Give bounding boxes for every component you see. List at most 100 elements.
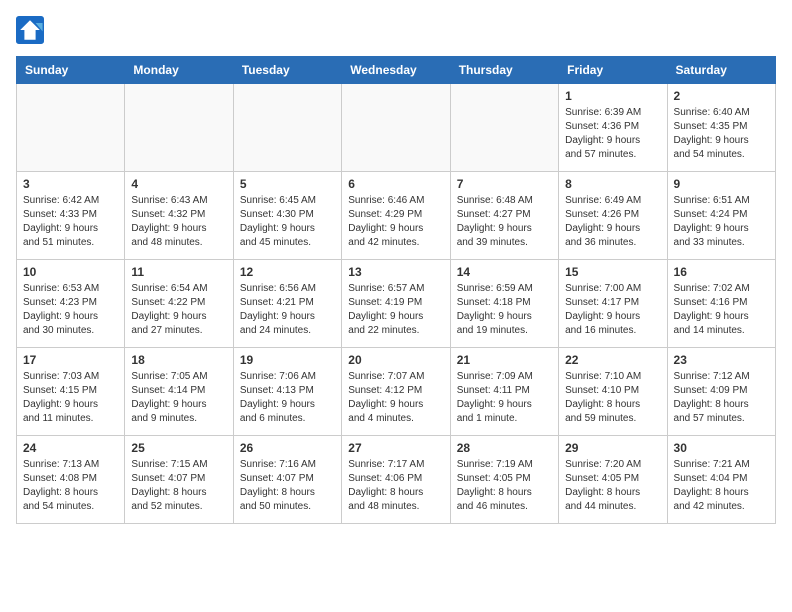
day-cell-29: 29 Sunrise: 7:20 AM Sunset: 4:05 PM Dayli… xyxy=(559,436,667,524)
day-info: Sunrise: 6:42 AM Sunset: 4:33 PM Dayligh… xyxy=(23,194,118,250)
day-cell-19: 19 Sunrise: 7:06 AM Sunset: 4:13 PM Dayli… xyxy=(233,348,341,436)
empty-cell xyxy=(17,84,125,172)
day-cell-16: 16 Sunrise: 7:02 AM Sunset: 4:16 PM Dayli… xyxy=(667,260,775,348)
day-number: 6 xyxy=(348,177,443,191)
day-number: 26 xyxy=(240,441,335,455)
day-cell-6: 6 Sunrise: 6:46 AM Sunset: 4:29 PM Daylig… xyxy=(342,172,450,260)
day-number: 28 xyxy=(457,441,552,455)
day-cell-27: 27Sunrise: 7:17 AM Sunset: 4:06 PM Dayli… xyxy=(342,436,450,524)
day-cell-21: 21Sunrise: 7:09 AM Sunset: 4:11 PM Dayli… xyxy=(450,348,558,436)
calendar-table: SundayMondayTuesdayWednesdayThursdayFrid… xyxy=(16,56,776,524)
day-info: Sunrise: 6:51 AM Sunset: 4:24 PM Dayligh… xyxy=(674,194,769,250)
day-number: 19 xyxy=(240,353,335,367)
weekday-header-thursday: Thursday xyxy=(450,57,558,84)
day-info: Sunrise: 6:57 AM Sunset: 4:19 PM Dayligh… xyxy=(348,282,443,338)
day-cell-8: 8 Sunrise: 6:49 AM Sunset: 4:26 PM Daylig… xyxy=(559,172,667,260)
day-info: Sunrise: 7:19 AM Sunset: 4:05 PM Dayligh… xyxy=(457,458,552,514)
day-info: Sunrise: 7:15 AM Sunset: 4:07 PM Dayligh… xyxy=(131,458,226,514)
day-number: 17 xyxy=(23,353,118,367)
day-cell-15: 15Sunrise: 7:00 AM Sunset: 4:17 PM Dayli… xyxy=(559,260,667,348)
weekday-header-tuesday: Tuesday xyxy=(233,57,341,84)
day-number: 8 xyxy=(565,177,660,191)
day-number: 11 xyxy=(131,265,226,279)
day-info: Sunrise: 6:49 AM Sunset: 4:26 PM Dayligh… xyxy=(565,194,660,250)
day-cell-2: 2 Sunrise: 6:40 AM Sunset: 4:35 PM Daylig… xyxy=(667,84,775,172)
day-number: 18 xyxy=(131,353,226,367)
day-cell-3: 3 Sunrise: 6:42 AM Sunset: 4:33 PM Daylig… xyxy=(17,172,125,260)
day-info: Sunrise: 7:20 AM Sunset: 4:05 PM Dayligh… xyxy=(565,458,660,514)
day-cell-11: 11 Sunrise: 6:54 AM Sunset: 4:22 PM Dayli… xyxy=(125,260,233,348)
day-number: 14 xyxy=(457,265,552,279)
day-cell-10: 10 Sunrise: 6:53 AM Sunset: 4:23 PM Dayli… xyxy=(17,260,125,348)
day-cell-28: 28 Sunrise: 7:19 AM Sunset: 4:05 PM Dayli… xyxy=(450,436,558,524)
day-info: Sunrise: 7:17 AM Sunset: 4:06 PM Dayligh… xyxy=(348,458,443,514)
day-info: Sunrise: 7:05 AM Sunset: 4:14 PM Dayligh… xyxy=(131,370,226,426)
day-number: 10 xyxy=(23,265,118,279)
week-row-1: 1 Sunrise: 6:39 AM Sunset: 4:36 PM Daylig… xyxy=(17,84,776,172)
empty-cell xyxy=(342,84,450,172)
day-cell-14: 14 Sunrise: 6:59 AM Sunset: 4:18 PM Dayli… xyxy=(450,260,558,348)
day-number: 22 xyxy=(565,353,660,367)
day-number: 4 xyxy=(131,177,226,191)
day-cell-5: 5 Sunrise: 6:45 AM Sunset: 4:30 PM Daylig… xyxy=(233,172,341,260)
day-number: 3 xyxy=(23,177,118,191)
day-number: 2 xyxy=(674,89,769,103)
day-number: 15 xyxy=(565,265,660,279)
day-cell-4: 4 Sunrise: 6:43 AM Sunset: 4:32 PM Daylig… xyxy=(125,172,233,260)
day-number: 23 xyxy=(674,353,769,367)
day-number: 29 xyxy=(565,441,660,455)
day-cell-1: 1 Sunrise: 6:39 AM Sunset: 4:36 PM Daylig… xyxy=(559,84,667,172)
day-number: 5 xyxy=(240,177,335,191)
day-info: Sunrise: 6:39 AM Sunset: 4:36 PM Dayligh… xyxy=(565,106,660,162)
day-number: 21 xyxy=(457,353,552,367)
day-info: Sunrise: 7:21 AM Sunset: 4:04 PM Dayligh… xyxy=(674,458,769,514)
day-cell-9: 9 Sunrise: 6:51 AM Sunset: 4:24 PM Daylig… xyxy=(667,172,775,260)
day-number: 12 xyxy=(240,265,335,279)
day-cell-12: 12 Sunrise: 6:56 AM Sunset: 4:21 PM Dayli… xyxy=(233,260,341,348)
day-info: Sunrise: 7:06 AM Sunset: 4:13 PM Dayligh… xyxy=(240,370,335,426)
weekday-header-saturday: Saturday xyxy=(667,57,775,84)
day-info: Sunrise: 6:40 AM Sunset: 4:35 PM Dayligh… xyxy=(674,106,769,162)
logo-icon xyxy=(16,16,44,44)
day-cell-30: 30 Sunrise: 7:21 AM Sunset: 4:04 PM Dayli… xyxy=(667,436,775,524)
page-header xyxy=(16,16,776,44)
day-info: Sunrise: 6:43 AM Sunset: 4:32 PM Dayligh… xyxy=(131,194,226,250)
day-number: 1 xyxy=(565,89,660,103)
day-number: 16 xyxy=(674,265,769,279)
day-number: 9 xyxy=(674,177,769,191)
day-cell-18: 18 Sunrise: 7:05 AM Sunset: 4:14 PM Dayli… xyxy=(125,348,233,436)
weekday-header-row: SundayMondayTuesdayWednesdayThursdayFrid… xyxy=(17,57,776,84)
day-cell-26: 26 Sunrise: 7:16 AM Sunset: 4:07 PM Dayli… xyxy=(233,436,341,524)
day-info: Sunrise: 7:13 AM Sunset: 4:08 PM Dayligh… xyxy=(23,458,118,514)
day-info: Sunrise: 6:54 AM Sunset: 4:22 PM Dayligh… xyxy=(131,282,226,338)
day-cell-25: 25 Sunrise: 7:15 AM Sunset: 4:07 PM Dayli… xyxy=(125,436,233,524)
day-info: Sunrise: 6:45 AM Sunset: 4:30 PM Dayligh… xyxy=(240,194,335,250)
day-info: Sunrise: 6:59 AM Sunset: 4:18 PM Dayligh… xyxy=(457,282,552,338)
day-info: Sunrise: 7:12 AM Sunset: 4:09 PM Dayligh… xyxy=(674,370,769,426)
empty-cell xyxy=(450,84,558,172)
logo xyxy=(16,16,48,44)
day-cell-17: 17 Sunrise: 7:03 AM Sunset: 4:15 PM Dayli… xyxy=(17,348,125,436)
day-info: Sunrise: 6:56 AM Sunset: 4:21 PM Dayligh… xyxy=(240,282,335,338)
day-number: 25 xyxy=(131,441,226,455)
day-info: Sunrise: 7:02 AM Sunset: 4:16 PM Dayligh… xyxy=(674,282,769,338)
day-info: Sunrise: 6:53 AM Sunset: 4:23 PM Dayligh… xyxy=(23,282,118,338)
day-info: Sunrise: 6:48 AM Sunset: 4:27 PM Dayligh… xyxy=(457,194,552,250)
day-cell-20: 20Sunrise: 7:07 AM Sunset: 4:12 PM Dayli… xyxy=(342,348,450,436)
day-cell-22: 22 Sunrise: 7:10 AM Sunset: 4:10 PM Dayli… xyxy=(559,348,667,436)
day-info: Sunrise: 7:16 AM Sunset: 4:07 PM Dayligh… xyxy=(240,458,335,514)
day-number: 30 xyxy=(674,441,769,455)
weekday-header-sunday: Sunday xyxy=(17,57,125,84)
week-row-2: 3 Sunrise: 6:42 AM Sunset: 4:33 PM Daylig… xyxy=(17,172,776,260)
day-info: Sunrise: 7:03 AM Sunset: 4:15 PM Dayligh… xyxy=(23,370,118,426)
day-cell-13: 13 Sunrise: 6:57 AM Sunset: 4:19 PM Dayli… xyxy=(342,260,450,348)
day-cell-23: 23 Sunrise: 7:12 AM Sunset: 4:09 PM Dayli… xyxy=(667,348,775,436)
day-number: 24 xyxy=(23,441,118,455)
day-number: 13 xyxy=(348,265,443,279)
week-row-4: 17 Sunrise: 7:03 AM Sunset: 4:15 PM Dayli… xyxy=(17,348,776,436)
day-info: Sunrise: 6:46 AM Sunset: 4:29 PM Dayligh… xyxy=(348,194,443,250)
day-info: Sunrise: 7:10 AM Sunset: 4:10 PM Dayligh… xyxy=(565,370,660,426)
weekday-header-wednesday: Wednesday xyxy=(342,57,450,84)
weekday-header-friday: Friday xyxy=(559,57,667,84)
empty-cell xyxy=(233,84,341,172)
